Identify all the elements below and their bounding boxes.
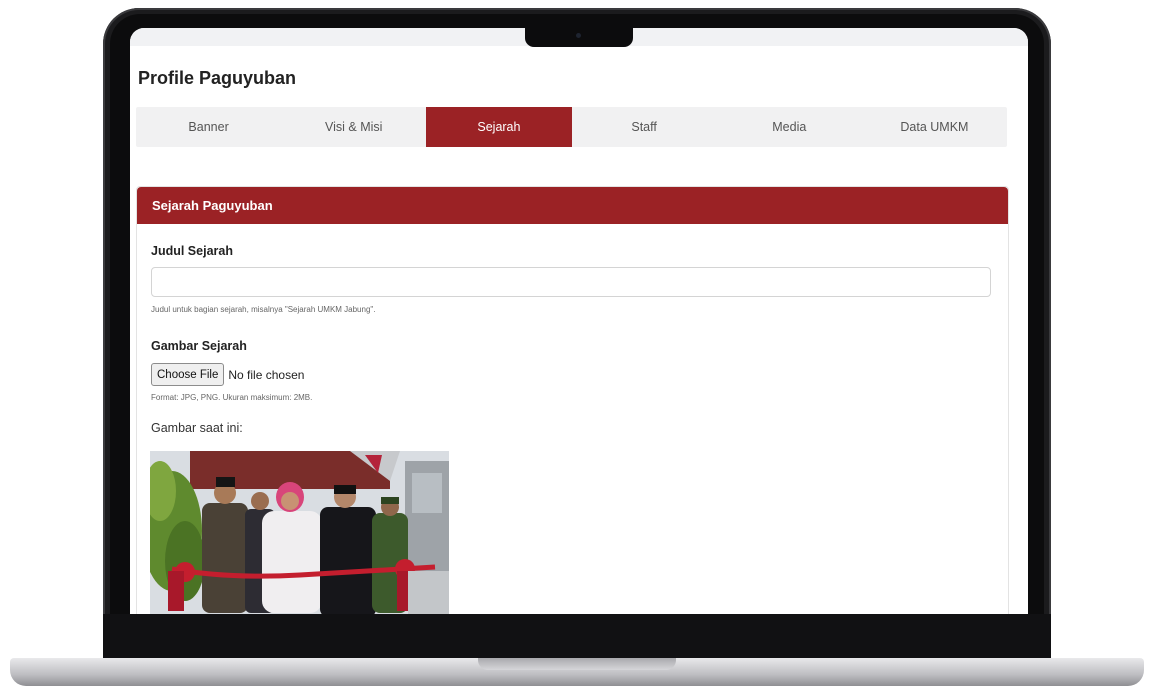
laptop-hinge: [103, 614, 1051, 658]
gambar-sejarah-label: Gambar Sejarah: [151, 339, 247, 353]
judul-sejarah-help: Judul untuk bagian sejarah, misalnya "Se…: [151, 305, 376, 314]
ribbon-cutting-photo: [150, 451, 449, 614]
camera-icon: [576, 33, 581, 38]
tab-visi-misi[interactable]: Visi & Misi: [281, 107, 426, 147]
tab-staff[interactable]: Staff: [572, 107, 717, 147]
judul-sejarah-label: Judul Sejarah: [151, 244, 233, 258]
gambar-sejarah-help: Format: JPG, PNG. Ukuran maksimum: 2MB.: [151, 393, 313, 402]
tab-media[interactable]: Media: [717, 107, 862, 147]
tab-data-umkm[interactable]: Data UMKM: [862, 107, 1007, 147]
choose-file-button[interactable]: Choose File: [151, 363, 225, 386]
card-header: Sejarah Paguyuban: [137, 187, 1008, 224]
judul-sejarah-input[interactable]: [151, 267, 991, 297]
tab-banner[interactable]: Banner: [136, 107, 281, 147]
page-title: Profile Paguyuban: [138, 68, 297, 88]
file-status: No file chosen: [228, 367, 305, 382]
tab-bar: Banner Visi & Misi Sejarah Staff Media D…: [136, 107, 1007, 147]
file-input: Choose File No file chosen: [151, 363, 304, 386]
current-image-label: Gambar saat ini:: [151, 421, 243, 435]
laptop-base-groove: [478, 658, 676, 670]
sejarah-card: Sejarah Paguyuban Judul Sejarah Judul un…: [136, 186, 1009, 614]
tab-sejarah[interactable]: Sejarah: [426, 107, 572, 147]
current-sejarah-image: [150, 451, 449, 614]
screen: Profile Paguyuban Banner Visi & Misi Sej…: [130, 28, 1028, 614]
